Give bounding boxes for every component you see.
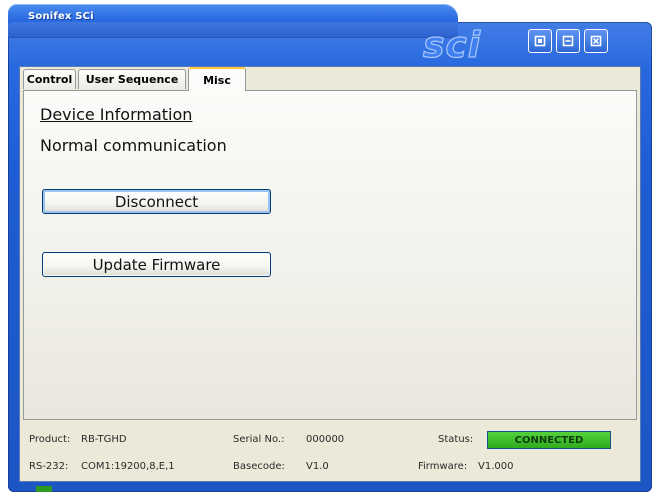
misc-tab-panel: Device Information Normal communication … xyxy=(23,90,637,420)
square-icon xyxy=(534,35,546,47)
product-value: RB-TGHD xyxy=(81,434,127,445)
application-window: Sonifex SCi sci Control User Sequence Mi… xyxy=(0,0,660,498)
device-information-heading: Device Information xyxy=(40,105,193,124)
resize-grip[interactable] xyxy=(36,486,52,492)
minimize-button[interactable] xyxy=(556,29,580,53)
basecode-label: Basecode: xyxy=(233,461,285,472)
serial-value: 000000 xyxy=(306,434,345,445)
tab-user-sequence[interactable]: User Sequence xyxy=(78,69,186,89)
tab-misc[interactable]: Misc xyxy=(188,67,246,91)
brand-logo: sci xyxy=(422,24,481,64)
basecode-value: V1.0 xyxy=(306,461,329,472)
disconnect-button[interactable]: Disconnect xyxy=(42,189,271,214)
window-title: Sonifex SCi xyxy=(28,11,94,22)
status-label: Status: xyxy=(438,434,474,445)
rs232-label: RS-232: xyxy=(29,461,69,472)
brand-logo-text: sci xyxy=(423,25,481,64)
device-status-area: Product: RB-TGHD Serial No.: 000000 Stat… xyxy=(23,422,637,480)
firmware-value: V1.000 xyxy=(478,461,514,472)
restore-button[interactable] xyxy=(528,29,552,53)
firmware-label: Firmware: xyxy=(418,461,468,472)
connection-status-badge: CONNECTED xyxy=(487,431,611,449)
product-label: Product: xyxy=(29,434,71,445)
update-firmware-button[interactable]: Update Firmware xyxy=(42,252,271,277)
communication-status-text: Normal communication xyxy=(40,136,227,155)
close-button[interactable] xyxy=(584,29,608,53)
close-icon xyxy=(590,35,602,47)
minus-icon xyxy=(562,35,574,47)
tab-control[interactable]: Control xyxy=(23,69,76,89)
rs232-value: COM1:19200,8,E,1 xyxy=(81,461,175,472)
serial-label: Serial No.: xyxy=(233,434,285,445)
